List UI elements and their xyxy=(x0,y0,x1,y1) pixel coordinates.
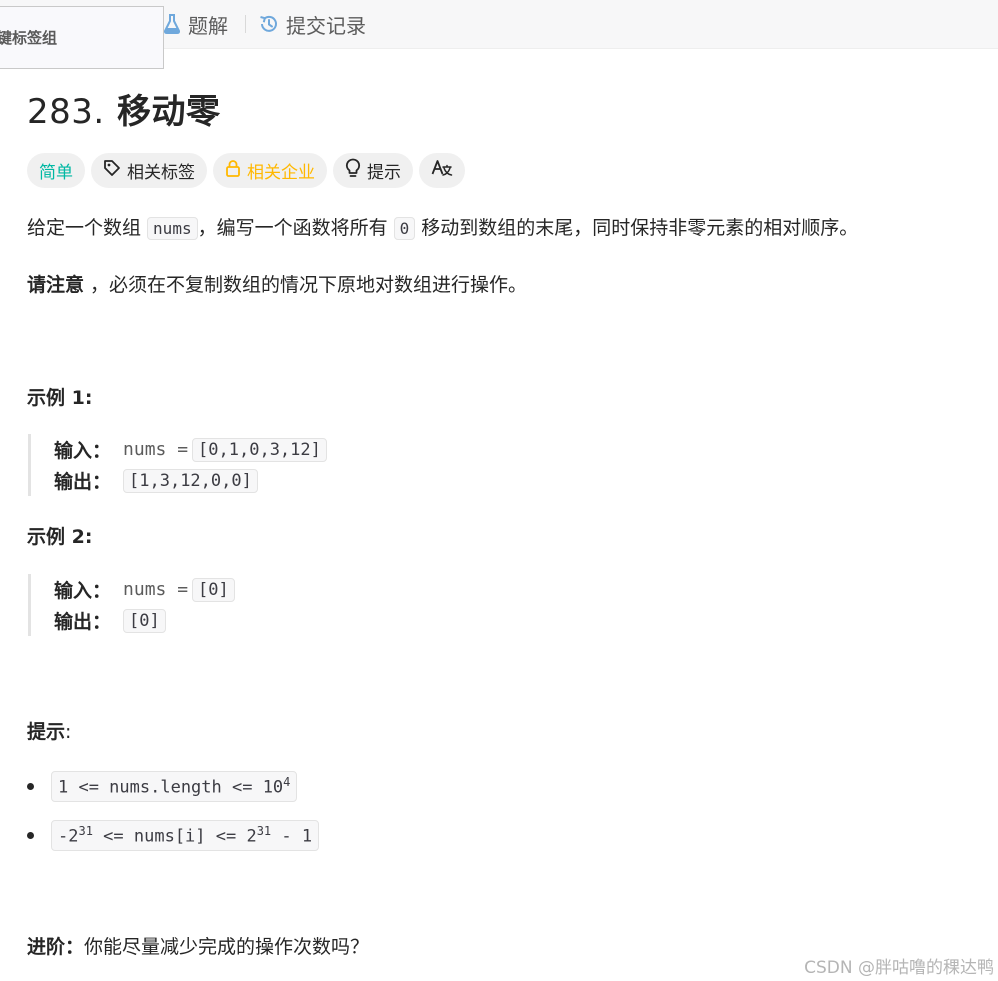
problem-tags: 简单 相关标签 相关企业 提示 xyxy=(27,153,465,188)
output-value: [1,3,12,0,0] xyxy=(123,468,258,493)
advanced-note: 进阶：你能尽量减少完成的操作次数吗？ xyxy=(27,932,369,959)
example-2-title: 示例 2: xyxy=(27,526,93,548)
input-value: [0,1,0,3,12] xyxy=(192,437,327,462)
note-text: ，必须在不复制数组的情况下原地对数组进行操作。 xyxy=(84,274,528,296)
constraint-code: 1 <= nums.length <= 104 xyxy=(51,771,298,802)
desc-text-2: ，编写一个函数将所有 xyxy=(197,217,394,239)
example-1-title: 示例 1: xyxy=(27,387,93,409)
input-var: nums = xyxy=(123,579,189,600)
constraint-exponent: 31 xyxy=(78,824,93,838)
translate-button[interactable] xyxy=(419,153,465,188)
input-var: nums = xyxy=(123,439,189,460)
hint-label: 提示 xyxy=(367,163,401,183)
constraint-text-tail: - 1 xyxy=(271,826,313,847)
constraints-title: 提示: xyxy=(27,717,71,744)
tab-submissions-label: 提交记录 xyxy=(286,13,366,38)
watermark: CSDN @胖咕噜的稞达鸭 xyxy=(804,958,994,978)
related-tags-label: 相关标签 xyxy=(127,163,195,183)
input-value: [0] xyxy=(192,577,235,602)
bullet xyxy=(27,782,34,790)
example-2-block: 输入： nums = [0] 输出： [0] xyxy=(28,574,428,636)
constraint-exponent-2: 31 xyxy=(256,824,272,838)
desc-text-3: 移动到数组的末尾，同时保持非零元素的相对顺序。 xyxy=(415,217,859,239)
problem-name: 移动零 xyxy=(117,92,221,132)
input-label: 输入： xyxy=(54,580,112,602)
tag-icon xyxy=(103,159,121,182)
bullet xyxy=(27,831,34,839)
lightbulb-icon xyxy=(345,158,361,183)
tab-solutions-label: 题解 xyxy=(188,13,228,38)
constraint-code: -231 <= nums[i] <= 231 - 1 xyxy=(51,820,320,851)
code-zero: 0 xyxy=(393,217,416,240)
desc-text-1: 给定一个数组 xyxy=(27,217,148,239)
related-tags-button[interactable]: 相关标签 xyxy=(91,153,207,188)
difficulty-badge[interactable]: 简单 xyxy=(27,153,85,188)
constraint-text: 1 <= nums.length <= 10 xyxy=(58,777,284,798)
constraint-item: -231 <= nums[i] <= 231 - 1 xyxy=(27,820,320,851)
related-companies-label: 相关企业 xyxy=(247,163,315,183)
problem-description: 给定一个数组 nums ，编写一个函数将所有 0 移动到数组的末尾，同时保持非零元… xyxy=(27,213,858,240)
output-label: 输出： xyxy=(54,611,112,633)
example-1-output: 输出： [1,3,12,0,0] xyxy=(54,465,428,496)
note-bold: 请注意 xyxy=(27,274,85,296)
constraints-title-colon: : xyxy=(65,721,72,743)
example-1-block: 输入： nums = [0,1,0,3,12] 输出： [1,3,12,0,0] xyxy=(28,434,428,496)
lock-icon xyxy=(225,159,241,182)
problem-title: 283. 移动零 xyxy=(27,84,221,133)
difficulty-label: 简单 xyxy=(39,163,73,183)
tab-submissions[interactable]: 提交记录 xyxy=(258,0,366,48)
example-2-output: 输出： [0] xyxy=(54,605,428,636)
flask-icon xyxy=(162,13,182,35)
advanced-label: 进阶： xyxy=(27,936,85,958)
related-companies-button[interactable]: 相关企业 xyxy=(213,153,327,188)
tab-solutions[interactable]: 题解 xyxy=(162,0,228,48)
output-value: [0] xyxy=(123,608,166,633)
constraint-item: 1 <= nums.length <= 104 xyxy=(27,771,298,802)
popup-label: 键标签组 xyxy=(0,29,58,47)
constraints-title-text: 提示 xyxy=(27,721,66,743)
code-nums: nums xyxy=(147,217,198,240)
problem-note: 请注意 ，必须在不复制数组的情况下原地对数组进行操作。 xyxy=(27,270,527,297)
hint-button[interactable]: 提示 xyxy=(333,153,413,188)
history-icon xyxy=(258,13,280,35)
example-2-input: 输入： nums = [0] xyxy=(54,574,428,605)
create-tag-group-popup[interactable]: 键标签组 xyxy=(0,6,164,69)
tab-divider xyxy=(245,15,246,33)
input-label: 输入： xyxy=(54,440,112,462)
example-1-input: 输入： nums = [0,1,0,3,12] xyxy=(54,434,428,465)
output-label: 输出： xyxy=(54,471,112,493)
problem-number: 283. xyxy=(27,92,105,132)
constraint-text: -2 xyxy=(58,826,79,847)
constraint-text-mid: <= nums[i] <= 2 xyxy=(92,826,257,847)
constraint-exponent: 4 xyxy=(283,775,291,789)
advanced-text: 你能尽量减少完成的操作次数吗？ xyxy=(84,936,370,958)
translate-icon xyxy=(431,158,453,183)
